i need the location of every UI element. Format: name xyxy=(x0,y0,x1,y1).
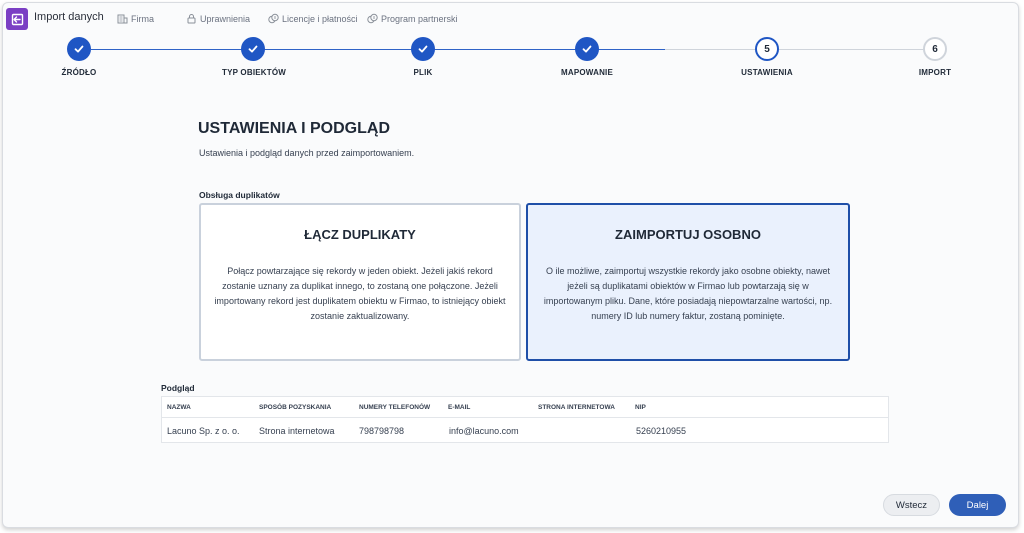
nav-item-label: Firma xyxy=(131,13,154,24)
step-import[interactable]: 6 xyxy=(923,37,947,61)
step-label-plik: PLIK xyxy=(413,68,433,77)
nav-item-label: Program partnerski xyxy=(381,13,458,24)
column-header: STRONA INTERNETOWA xyxy=(538,404,615,411)
option-merge-duplicates[interactable]: ŁĄCZ DUPLIKATY Połącz powtarzające się r… xyxy=(199,203,521,361)
step-typ-obiektow[interactable] xyxy=(241,37,265,61)
coins-icon xyxy=(268,13,279,24)
nav-item-label: Uprawnienia xyxy=(200,13,251,24)
check-icon xyxy=(248,45,258,53)
step-mapowanie[interactable] xyxy=(575,37,599,61)
table-cell: 5260210955 xyxy=(636,426,687,436)
import-stepper: ŹRÓDŁO TYP OBIEKTÓW PLIK MAPOWANIE 5 UST… xyxy=(3,37,1018,87)
building-icon xyxy=(117,14,128,24)
coins-icon xyxy=(367,13,378,24)
step-ustawienia[interactable]: 5 xyxy=(755,37,779,61)
table-row: Lacuno Sp. z o. o. Strona internetowa 79… xyxy=(162,419,888,443)
nav-item-program-partnerski[interactable]: Program partnerski xyxy=(367,13,458,24)
nav-item-licencje[interactable]: Licencje i płatności xyxy=(268,13,358,24)
column-header: E-MAIL xyxy=(448,404,471,411)
next-button[interactable]: Dalej xyxy=(949,494,1006,516)
check-icon xyxy=(418,45,428,53)
app-title: Import danych xyxy=(34,11,104,23)
step-number: 6 xyxy=(932,43,938,55)
column-header: SPOSÓB POZYSKANIA xyxy=(259,404,332,411)
check-icon xyxy=(74,45,84,53)
column-header: NIP xyxy=(635,404,646,411)
option-description: Połącz powtarzające się rekordy w jeden … xyxy=(214,266,506,321)
table-header-row: NAZWA SPOSÓB POZYSKANIA NUMERY TELEFONÓW… xyxy=(162,397,888,418)
step-label-typ-obiektow: TYP OBIEKTÓW xyxy=(221,68,287,77)
page-title: USTAWIENIA I PODGLĄD xyxy=(198,120,390,137)
duplicates-label: Obsługa duplikatów xyxy=(199,190,280,200)
preview-table: NAZWA SPOSÓB POZYSKANIA NUMERY TELEFONÓW… xyxy=(161,396,889,443)
option-import-separately[interactable]: ZAIMPORTUJ OSOBNO O ile możliwe, zaimpor… xyxy=(526,203,850,361)
import-window: Import danych Firma Uprawnienia Licencje… xyxy=(2,2,1019,528)
nav-item-firma[interactable]: Firma xyxy=(117,13,154,24)
table-cell: 798798798 xyxy=(359,426,405,436)
column-header: NUMERY TELEFONÓW xyxy=(359,404,431,411)
stepper-pending-line xyxy=(779,49,935,50)
step-label-mapowanie: MAPOWANIE xyxy=(560,68,614,77)
back-button[interactable]: Wstecz xyxy=(883,494,940,516)
exit-arrow-icon xyxy=(11,13,23,25)
top-bar: Import danych Firma Uprawnienia Licencje… xyxy=(3,3,1018,33)
lock-icon xyxy=(187,14,196,24)
table-cell: Lacuno Sp. z o. o. xyxy=(167,426,240,436)
option-description: O ile możliwe, zaimportuj wszystkie reko… xyxy=(543,266,833,321)
page-subtitle: Ustawienia i podgląd danych przed zaimpo… xyxy=(199,148,415,158)
table-cell: Strona internetowa xyxy=(259,426,335,436)
option-title: ŁĄCZ DUPLIKATY xyxy=(304,227,416,242)
nav-item-label: Licencje i płatności xyxy=(282,13,358,24)
column-header: NAZWA xyxy=(167,404,191,411)
step-zrodlo[interactable] xyxy=(67,37,91,61)
option-title: ZAIMPORTUJ OSOBNO xyxy=(615,227,761,242)
table-cell: info@lacuno.com xyxy=(449,426,519,436)
check-icon xyxy=(582,45,592,53)
step-label-import: IMPORT xyxy=(918,68,952,77)
stepper-current-line xyxy=(665,49,767,50)
step-label-ustawienia: USTAWIENIA xyxy=(741,68,793,77)
preview-label: Podgląd xyxy=(161,383,195,393)
step-number: 5 xyxy=(764,43,770,55)
step-label-zrodlo: ŹRÓDŁO xyxy=(61,68,97,77)
step-plik[interactable] xyxy=(411,37,435,61)
exit-import-button[interactable] xyxy=(6,8,28,30)
nav-item-uprawnienia[interactable]: Uprawnienia xyxy=(186,13,250,24)
